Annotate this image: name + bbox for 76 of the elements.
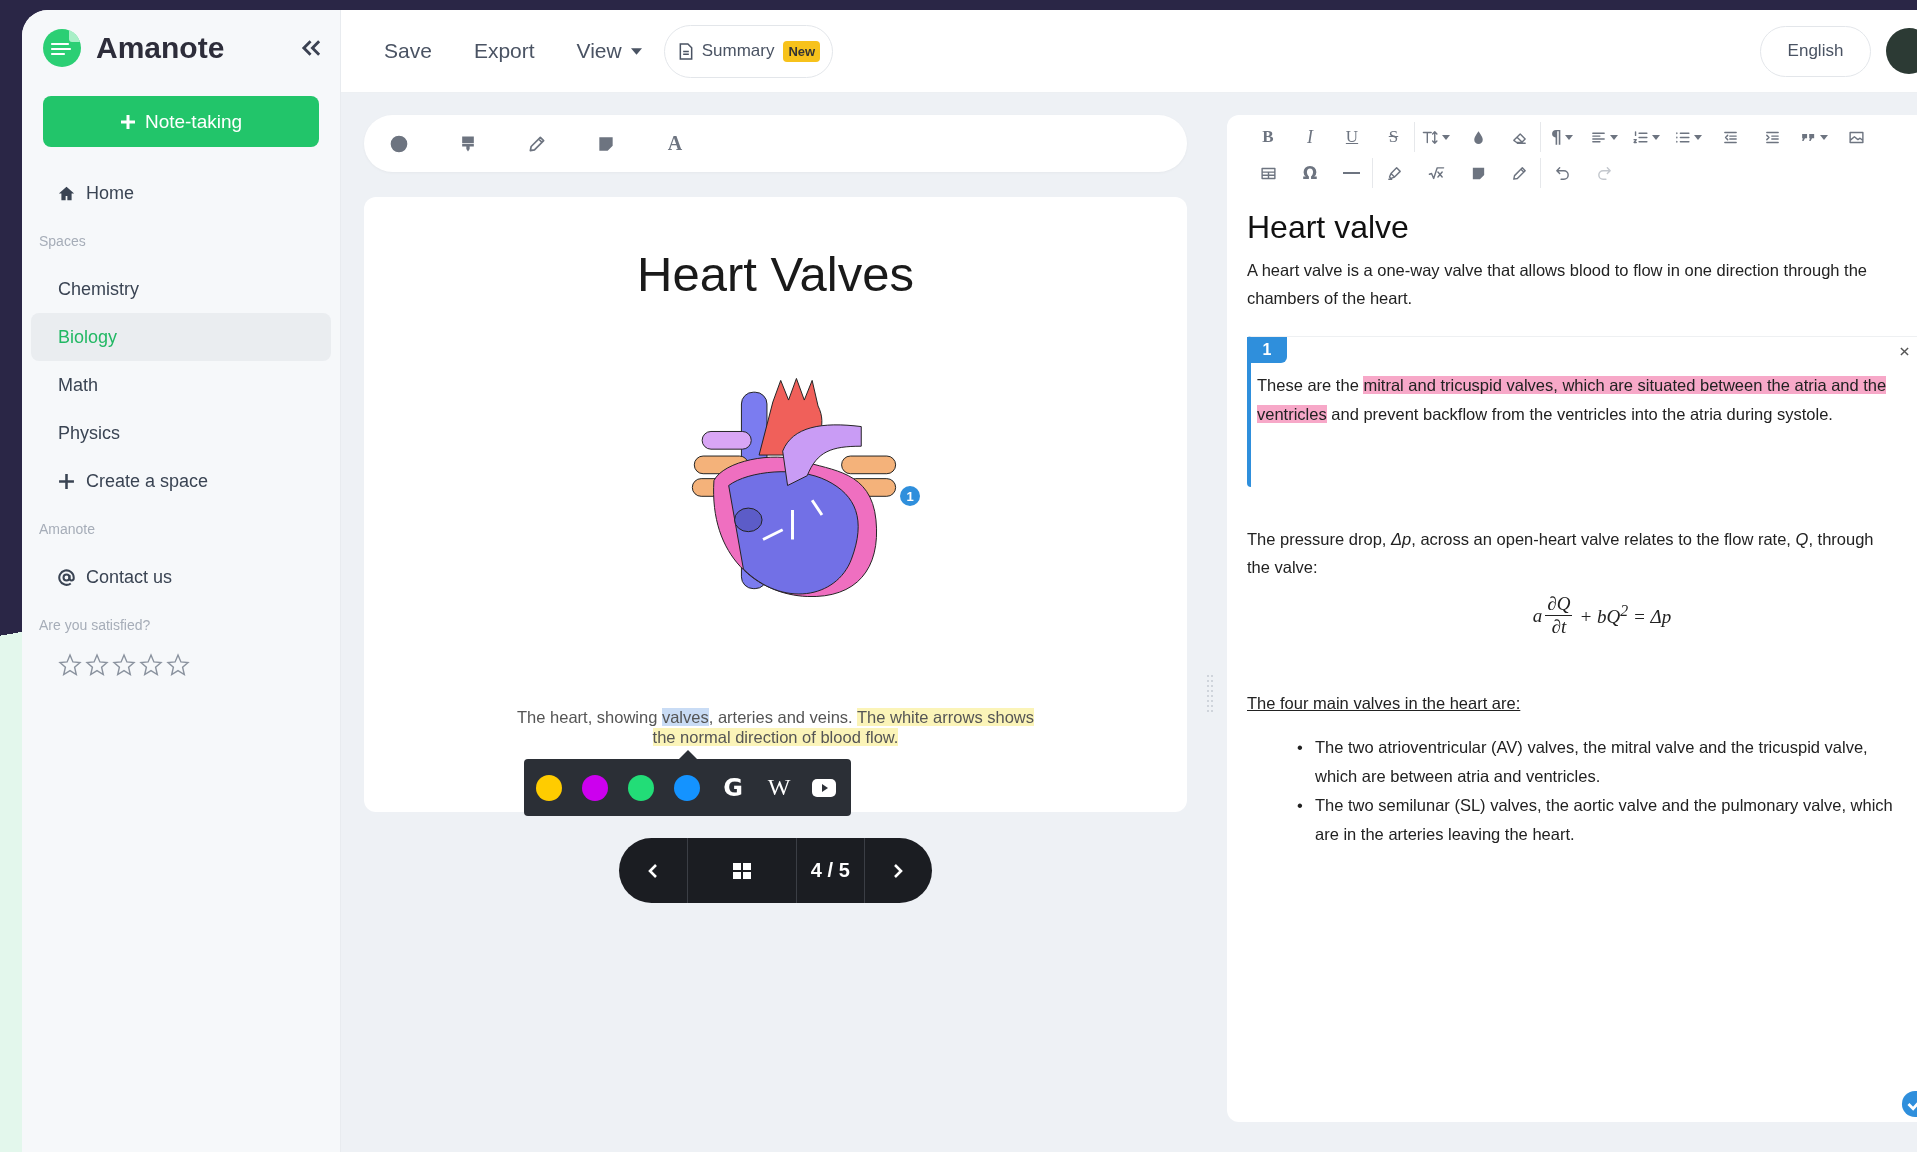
search-shortcut-button[interactable]: W	[766, 774, 792, 801]
search-shortcut-button[interactable]: G	[720, 773, 746, 802]
list-item: The two atrioventricular (AV) valves, the mitral valve and the tricuspid valve, which are between atria and ventricles.	[1315, 737, 1869, 787]
at-sign-icon	[58, 568, 75, 586]
chevron-right-icon	[893, 862, 904, 879]
marker-icon	[1385, 164, 1403, 182]
plus-icon	[58, 472, 75, 490]
star-icon[interactable]	[58, 653, 82, 677]
caret-icon	[1652, 134, 1660, 140]
numbered-list-icon	[1632, 128, 1649, 146]
space-item[interactable]: Physics	[31, 409, 331, 457]
resize-handle-icon[interactable]	[1206, 673, 1214, 713]
editor-tool-button[interactable]: B	[1247, 122, 1289, 152]
document-icon	[678, 42, 693, 60]
video-play-icon[interactable]	[812, 778, 836, 797]
color-swatch[interactable]	[536, 774, 562, 801]
new-badge: New	[783, 40, 821, 62]
text-size-icon	[1422, 128, 1439, 146]
star-icon[interactable]	[166, 653, 190, 677]
caret-icon	[1564, 134, 1573, 140]
annotation-number: 1	[1247, 337, 1287, 363]
pencil-icon	[1511, 164, 1528, 182]
editor-tool-button[interactable]: I	[1289, 122, 1331, 152]
grid-icon	[733, 862, 751, 879]
menu-item[interactable]: View	[576, 39, 642, 63]
note-paragraph: A heart valve is a one-way valve that allows blood to flow in one direction through the chambers of the heart.	[1247, 260, 1869, 309]
editor-tool-button[interactable]: U	[1331, 122, 1373, 152]
language-button[interactable]: English	[1760, 25, 1871, 77]
color-swatch[interactable]	[674, 774, 700, 801]
menu-item[interactable]: Export	[473, 39, 535, 63]
note-title: Heart valve	[1247, 209, 1410, 246]
brand-name: Amanote	[96, 31, 226, 65]
chevron-left-icon	[648, 862, 659, 879]
caret-icon	[1694, 134, 1702, 140]
caret-icon	[1610, 134, 1618, 140]
logo-icon	[42, 28, 82, 68]
home-icon	[58, 184, 75, 202]
section-heading: Spaces	[38, 232, 87, 251]
note-paragraph: The pressure drop, Δp, across an open-heart valve relates to the flow rate, Q, through the valve:	[1247, 529, 1875, 578]
color-swatch[interactable]	[628, 774, 654, 801]
pencil-icon	[527, 133, 547, 154]
list-heading: The four main valves in the heart are:	[1247, 694, 1522, 713]
color-swatch[interactable]	[582, 774, 608, 801]
editor-tool-button[interactable]: Ω	[1289, 158, 1331, 188]
space-item[interactable]: Math	[31, 361, 331, 409]
home-link[interactable]: Home	[22, 169, 340, 217]
rating-prompt: Are you satisfied?	[38, 616, 152, 635]
editor-tool-button[interactable]: ¶	[1541, 122, 1583, 152]
caret-icon	[1442, 134, 1450, 140]
star-icon[interactable]	[85, 653, 109, 677]
slide-title: Heart Valves	[637, 246, 914, 302]
space-item[interactable]: Chemistry	[31, 265, 331, 313]
redo-icon	[1595, 164, 1613, 182]
menu-item[interactable]: Save	[384, 39, 432, 63]
summary-button[interactable]: Summary New	[663, 24, 834, 78]
bullet-marker: •	[1297, 795, 1304, 816]
contact-link[interactable]: Contact us	[22, 553, 340, 601]
close-icon[interactable]	[1900, 347, 1909, 356]
list-item: The two semilunar (SL) valves, the aortic valve and the pulmonary valve, which are in the arteries leaving the heart.	[1315, 795, 1894, 845]
editor-tool-button[interactable]: S	[1373, 122, 1415, 152]
slide-caption: The heart, showing valves, arteries and veins. The white arrows shows the normal direction of blood flow.	[516, 707, 1035, 747]
section-heading: Amanote	[38, 520, 97, 539]
tool-button[interactable]: A	[662, 130, 688, 157]
page-counter: 4 / 5	[795, 838, 864, 903]
star-icon[interactable]	[139, 653, 163, 677]
caret-icon	[1820, 134, 1828, 140]
undo-icon	[1553, 164, 1571, 182]
square-root-icon	[1427, 164, 1445, 182]
annotation-text: These are the mitral and tricuspid valves, which are situated between the atria and the ventricles and prevent backflow from the ventricles into the atria during systole.	[1257, 375, 1888, 425]
star-icon[interactable]	[112, 653, 136, 677]
bullet-marker: •	[1297, 737, 1304, 758]
collapse-icon[interactable]	[301, 39, 322, 57]
caret-icon	[630, 47, 642, 55]
plus-icon	[119, 113, 136, 130]
horizontal-line-icon	[1343, 172, 1360, 174]
create-space-link[interactable]: Create a space	[22, 457, 340, 505]
